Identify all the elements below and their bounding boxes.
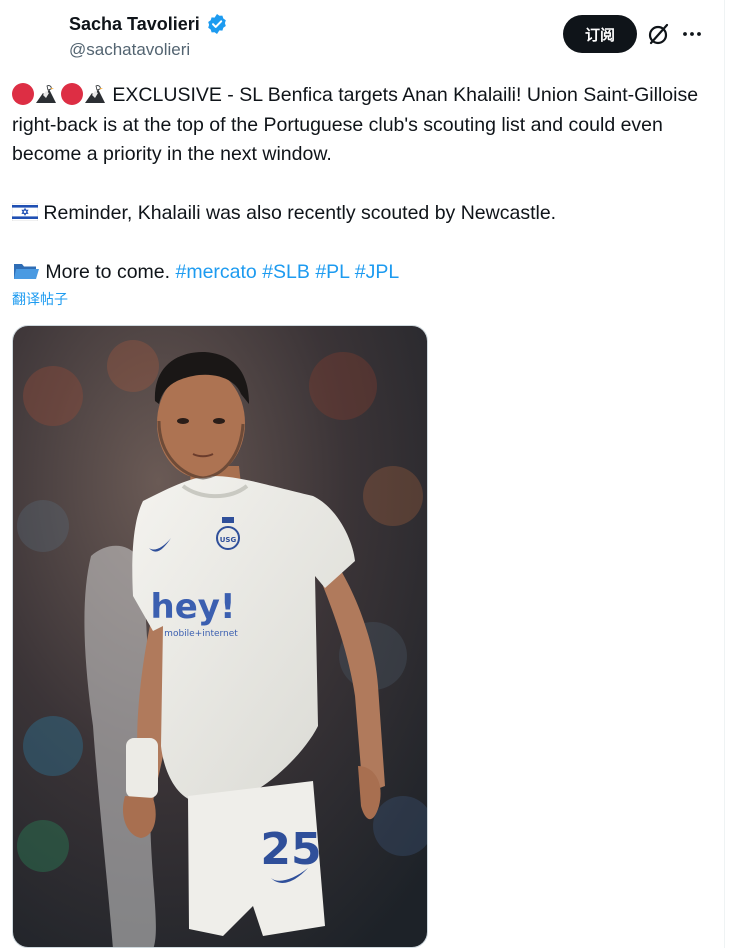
tweet-paragraph-3: More to come. #mercato #SLB #PL #JPL: [12, 258, 712, 288]
hashtag-link[interactable]: #JPL: [355, 261, 399, 283]
israel-flag-icon: [12, 203, 38, 221]
tweet-paragraph-1: EXCLUSIVE - SL Benfica targets Anan Khal…: [12, 81, 712, 170]
verified-badge-icon: [206, 13, 228, 35]
player-photo-image: USG hey! mobile+internet 25: [13, 326, 427, 947]
shirt-number-text: 25: [260, 824, 321, 875]
shirt-sponsor-text: hey!: [151, 587, 236, 627]
hashtag-link[interactable]: #SLB: [262, 261, 310, 283]
tweet-photo[interactable]: USG hey! mobile+internet 25: [12, 325, 428, 948]
author-name-row[interactable]: Sacha Tavolieri: [69, 13, 228, 35]
translate-post-link[interactable]: 翻译帖子: [12, 289, 68, 309]
red-circle-icon: [12, 83, 34, 105]
author-handle[interactable]: @sachatavolieri: [69, 40, 190, 60]
hashtag-link[interactable]: #PL: [315, 261, 349, 283]
tweet-text-line-2: Reminder, Khalaili was also recently sco…: [43, 202, 557, 224]
tweet-body: EXCLUSIVE - SL Benfica targets Anan Khal…: [12, 81, 712, 288]
eagle-icon: [36, 85, 56, 103]
author-display-name[interactable]: Sacha Tavolieri: [69, 14, 200, 35]
tweet-paragraph-2: Reminder, Khalaili was also recently sco…: [12, 199, 712, 229]
tweet-text-line-3: More to come.: [45, 261, 171, 283]
red-circle-icon: [61, 83, 83, 105]
column-divider: [724, 0, 725, 948]
more-icon[interactable]: [680, 20, 704, 48]
hashtag-link[interactable]: #mercato: [175, 261, 256, 283]
tweet-text-line-1: EXCLUSIVE - SL Benfica targets Anan Khal…: [12, 84, 699, 165]
eagle-icon: [85, 85, 105, 103]
grok-icon[interactable]: [645, 20, 673, 48]
crest-text: USG: [220, 536, 237, 544]
tweet-header: Sacha Tavolieri @sachatavolieri 订阅: [0, 0, 724, 70]
folder-icon: [14, 264, 39, 279]
subscribe-button[interactable]: 订阅: [563, 15, 637, 53]
shirt-sponsor-subtext: mobile+internet: [164, 629, 238, 639]
